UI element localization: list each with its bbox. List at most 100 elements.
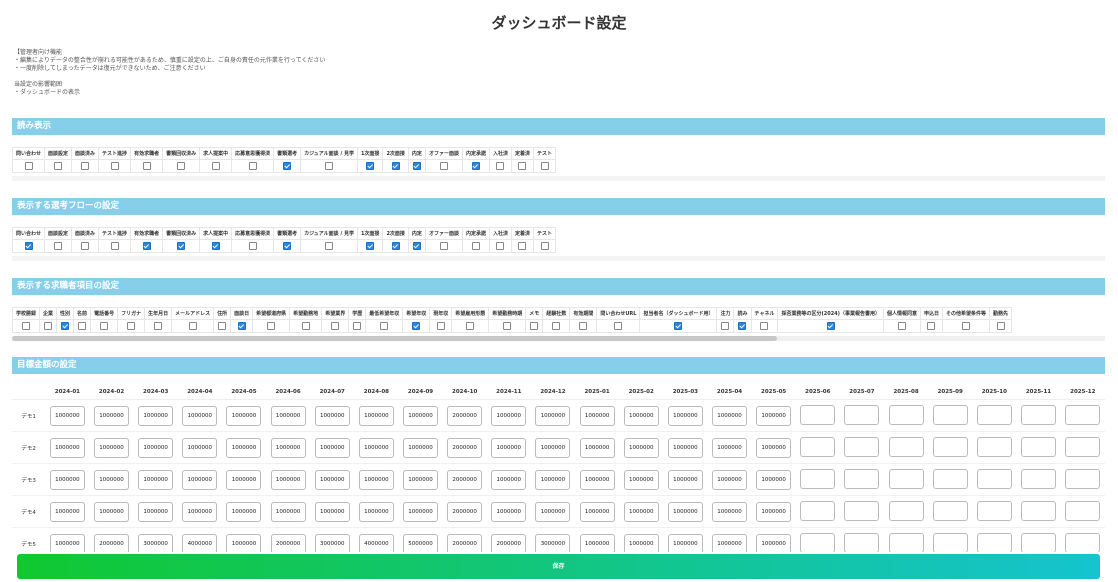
goal-amount-input[interactable]	[1020, 468, 1056, 489]
goal-amount-input[interactable]: 1000000	[623, 437, 659, 458]
fields-checkbox[interactable]	[614, 322, 623, 330]
goal-amount-input[interactable]: 1000000	[623, 533, 659, 552]
flow-checkbox[interactable]	[54, 242, 63, 250]
goal-amount-input[interactable]: 1000000	[226, 533, 262, 552]
goal-amount-input[interactable]: 1000000	[49, 469, 85, 490]
goal-amount-input[interactable]: 2000000	[447, 437, 483, 458]
flow-checkbox[interactable]	[325, 242, 334, 250]
fields-checkbox[interactable]	[61, 322, 70, 330]
goal-amount-input[interactable]	[800, 532, 836, 552]
fields-checkbox[interactable]	[78, 322, 87, 330]
goal-amount-input[interactable]	[932, 404, 968, 425]
fields-checkbox[interactable]	[826, 322, 835, 330]
goal-amount-input[interactable]: 1000000	[403, 501, 439, 522]
goal-amount-input[interactable]: 1000000	[491, 501, 527, 522]
fields-checkbox[interactable]	[760, 322, 769, 330]
goal-amount-input[interactable]: 1000000	[623, 469, 659, 490]
fields-checkbox[interactable]	[721, 322, 730, 330]
goal-amount-input[interactable]: 1000000	[49, 437, 85, 458]
goal-amount-input[interactable]	[1065, 532, 1101, 552]
goal-amount-input[interactable]	[1020, 532, 1056, 552]
goal-amount-input[interactable]: 3000000	[535, 533, 571, 552]
goal-amount-input[interactable]	[1065, 404, 1101, 425]
goal-amount-input[interactable]: 1000000	[49, 501, 85, 522]
read-checkbox[interactable]	[518, 162, 527, 170]
goal-amount-input[interactable]: 1000000	[226, 469, 262, 490]
goal-amount-input[interactable]: 1000000	[182, 437, 218, 458]
read-checkbox[interactable]	[412, 162, 421, 170]
goal-amount-input[interactable]	[932, 468, 968, 489]
flow-checkbox[interactable]	[110, 242, 119, 250]
goal-amount-input[interactable]: 1000000	[226, 405, 262, 426]
fields-checkbox[interactable]	[961, 322, 970, 330]
goal-amount-input[interactable]: 1000000	[667, 501, 703, 522]
goal-amount-input[interactable]	[976, 468, 1012, 489]
goal-amount-input[interactable]	[1020, 404, 1056, 425]
goal-amount-input[interactable]: 2000000	[94, 533, 130, 552]
goal-amount-input[interactable]: 1000000	[667, 437, 703, 458]
read-checkbox[interactable]	[471, 162, 480, 170]
goal-amount-input[interactable]: 1000000	[403, 405, 439, 426]
goal-amount-input[interactable]: 3000000	[314, 533, 350, 552]
flow-checkbox[interactable]	[496, 242, 505, 250]
goal-amount-input[interactable]: 1000000	[226, 501, 262, 522]
read-scrollbar[interactable]	[12, 176, 1105, 181]
goal-amount-input[interactable]: 1000000	[667, 405, 703, 426]
goal-amount-input[interactable]: 1000000	[756, 501, 792, 522]
goal-amount-input[interactable]: 1000000	[94, 405, 130, 426]
fields-checkbox[interactable]	[552, 322, 561, 330]
goal-amount-input[interactable]: 1000000	[94, 501, 130, 522]
goal-amount-input[interactable]: 1000000	[358, 437, 394, 458]
goal-amount-input[interactable]	[888, 468, 924, 489]
goal-amount-input[interactable]: 1000000	[314, 437, 350, 458]
goal-amount-input[interactable]	[800, 404, 836, 425]
goal-amount-input[interactable]	[888, 500, 924, 521]
fields-checkbox[interactable]	[738, 322, 747, 330]
goal-amount-input[interactable]: 1000000	[138, 437, 174, 458]
fields-checkbox[interactable]	[267, 322, 276, 330]
goal-amount-input[interactable]	[844, 436, 880, 457]
goal-amount-input[interactable]: 1000000	[712, 437, 747, 458]
goal-amount-input[interactable]: 1000000	[49, 405, 85, 426]
goal-amount-input[interactable]	[932, 532, 968, 552]
goal-amount-input[interactable]: 1000000	[712, 533, 747, 552]
goal-amount-input[interactable]	[844, 404, 880, 425]
goal-amount-input[interactable]: 1000000	[270, 437, 306, 458]
read-checkbox[interactable]	[366, 162, 375, 170]
goal-amount-input[interactable]: 1000000	[579, 501, 615, 522]
goal-amount-input[interactable]: 1000000	[138, 469, 174, 490]
goal-amount-input[interactable]: 2000000	[270, 533, 306, 552]
goal-amount-input[interactable]: 1000000	[579, 469, 615, 490]
goal-amount-input[interactable]: 1000000	[314, 469, 350, 490]
goal-amount-input[interactable]: 5000000	[403, 533, 439, 552]
goal-amount-input[interactable]: 1000000	[358, 469, 394, 490]
goal-amount-input[interactable]	[1020, 436, 1056, 457]
goal-amount-input[interactable]	[800, 500, 836, 521]
goal-amount-input[interactable]: 1000000	[712, 469, 747, 490]
goal-amount-input[interactable]: 1000000	[49, 533, 85, 552]
goal-amount-input[interactable]: 1000000	[270, 501, 306, 522]
goal-amount-input[interactable]: 3000000	[138, 533, 174, 552]
fields-checkbox[interactable]	[22, 322, 30, 330]
flow-checkbox[interactable]	[81, 242, 90, 250]
fields-scrollbar-thumb[interactable]	[12, 336, 778, 341]
goal-amount-input[interactable]: 1000000	[491, 405, 527, 426]
goal-amount-input[interactable]: 1000000	[756, 437, 792, 458]
goal-amount-input[interactable]	[888, 532, 924, 552]
fields-checkbox[interactable]	[218, 322, 227, 330]
read-checkbox[interactable]	[54, 162, 63, 170]
goal-amount-input[interactable]: 1000000	[667, 533, 703, 552]
goal-amount-input[interactable]	[844, 500, 880, 521]
fields-checkbox[interactable]	[154, 322, 163, 330]
fields-checkbox[interactable]	[353, 322, 362, 330]
fields-checkbox[interactable]	[436, 322, 445, 330]
flow-checkbox[interactable]	[391, 242, 400, 250]
goal-amount-input[interactable]: 2000000	[447, 501, 483, 522]
read-checkbox[interactable]	[24, 162, 33, 170]
read-checkbox[interactable]	[283, 162, 292, 170]
fields-checkbox[interactable]	[331, 322, 340, 330]
fields-checkbox[interactable]	[466, 322, 475, 330]
fields-checkbox[interactable]	[674, 322, 683, 330]
goal-amount-input[interactable]: 1000000	[756, 405, 792, 426]
flow-checkbox[interactable]	[412, 242, 421, 250]
